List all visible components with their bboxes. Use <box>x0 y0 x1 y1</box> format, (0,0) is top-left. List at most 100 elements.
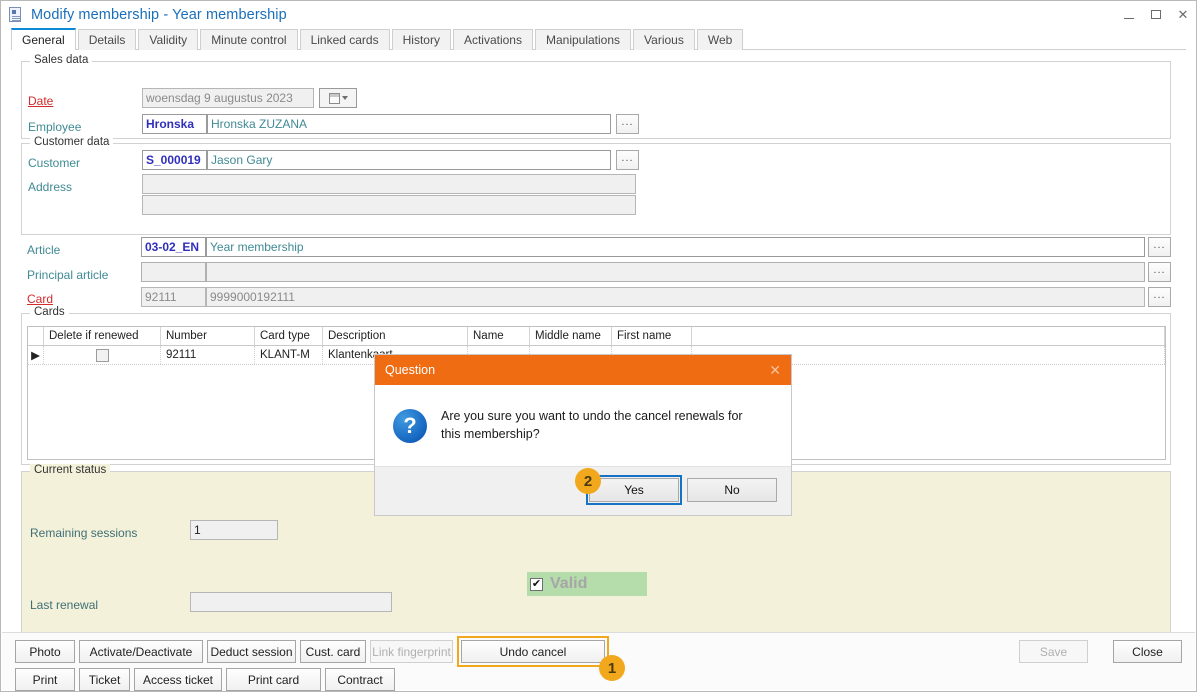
customer-browse-button[interactable]: ... <box>616 150 639 170</box>
sales-data-group: Sales data Date woensdag 9 augustus 2023… <box>21 61 1171 139</box>
card-browse-button[interactable]: ... <box>1148 287 1171 307</box>
article-name-field[interactable]: Year membership <box>206 237 1145 257</box>
principal-browse-button[interactable]: ... <box>1148 262 1171 282</box>
contract-button[interactable]: Contract <box>325 668 395 691</box>
grid-header-selector <box>28 327 44 345</box>
application-window: Modify membership - Year membership ✕ Ge… <box>0 0 1197 692</box>
tab-validity[interactable]: Validity <box>138 29 198 50</box>
tab-web[interactable]: Web <box>697 29 743 50</box>
article-code-field[interactable]: 03-02_EN <box>141 237 206 257</box>
principal-code-field[interactable] <box>141 262 206 282</box>
tab-content-general: Sales data Date woensdag 9 augustus 2023… <box>2 51 1195 633</box>
date-picker-button[interactable] <box>319 88 357 108</box>
tab-label: History <box>403 33 440 47</box>
dialog-no-button[interactable]: No <box>687 478 777 502</box>
dialog-yes-button[interactable]: Yes <box>589 478 679 502</box>
link-fingerprint-button: Link fingerprint <box>370 640 453 663</box>
principal-name-field[interactable] <box>206 262 1145 282</box>
document-icon <box>8 7 24 23</box>
cards-legend: Cards <box>30 306 69 318</box>
window-title: Modify membership - Year membership <box>31 7 287 23</box>
tab-label: Manipulations <box>546 33 620 47</box>
tab-label: Various <box>644 33 684 47</box>
sales-data-legend: Sales data <box>30 54 92 66</box>
tab-label: Activations <box>464 33 522 47</box>
employee-browse-button[interactable]: ... <box>616 114 639 134</box>
card-number-field[interactable]: 9999000192111 <box>206 287 1145 307</box>
print-card-button[interactable]: Print card <box>226 668 321 691</box>
article-browse-button[interactable]: ... <box>1148 237 1171 257</box>
remaining-sessions-field[interactable]: 1 <box>190 520 278 540</box>
print-button[interactable]: Print <box>15 668 75 691</box>
principal-article-label: Principal article <box>27 268 108 282</box>
grid-header-card-type[interactable]: Card type <box>255 327 323 345</box>
tab-manipulations[interactable]: Manipulations <box>535 29 631 50</box>
tab-label: Details <box>89 33 126 47</box>
grid-header-name[interactable]: Name <box>468 327 530 345</box>
last-renewal-field[interactable] <box>190 592 392 612</box>
customer-code-field[interactable]: S_000019 <box>142 150 207 170</box>
cards-grid-header: Delete if renewed Number Card type Descr… <box>28 327 1165 346</box>
ticket-button[interactable]: Ticket <box>79 668 130 691</box>
grid-header-first-name[interactable]: First name <box>612 327 692 345</box>
card-code-field[interactable]: 92111 <box>141 287 206 307</box>
tab-activations[interactable]: Activations <box>453 29 533 50</box>
address-label: Address <box>28 180 72 194</box>
cell-card-type: KLANT-M <box>255 346 323 364</box>
employee-label: Employee <box>28 120 81 134</box>
grid-header-middle-name[interactable]: Middle name <box>530 327 612 345</box>
tab-label: Web <box>708 33 732 47</box>
deduct-session-button[interactable]: Deduct session <box>207 640 296 663</box>
row-marker-icon: ▶ <box>28 346 44 364</box>
undo-cancel-highlight <box>457 636 609 667</box>
valid-checkbox: ✔ <box>530 578 543 591</box>
dialog-title-bar: Question ✕ <box>375 355 791 385</box>
cell-delete-if-renewed[interactable] <box>44 346 161 364</box>
current-status-legend: Current status <box>30 464 110 476</box>
remaining-sessions-label: Remaining sessions <box>30 526 137 540</box>
customer-name-field[interactable]: Jason Gary <box>207 150 611 170</box>
address-line1-field[interactable] <box>142 174 636 194</box>
save-button: Save <box>1019 640 1088 663</box>
access-ticket-button[interactable]: Access ticket <box>134 668 222 691</box>
customer-data-legend: Customer data <box>30 136 113 148</box>
grid-header-description[interactable]: Description <box>323 327 468 345</box>
minimize-icon[interactable] <box>1122 8 1136 22</box>
tab-general[interactable]: General <box>11 28 76 50</box>
valid-status-badge: ✔ Valid <box>527 572 647 596</box>
tab-history[interactable]: History <box>392 29 451 50</box>
date-label: Date <box>28 94 53 108</box>
customer-label: Customer <box>28 156 80 170</box>
dialog-message: Are you sure you want to undo the cancel… <box>441 407 761 443</box>
delete-if-renewed-checkbox[interactable] <box>96 349 109 362</box>
date-field[interactable]: woensdag 9 augustus 2023 <box>142 88 314 108</box>
employee-code-field[interactable]: Hronska <box>142 114 207 134</box>
tab-various[interactable]: Various <box>633 29 695 50</box>
question-mark-icon: ? <box>393 409 427 443</box>
grid-header-number[interactable]: Number <box>161 327 255 345</box>
card-label: Card <box>27 292 53 306</box>
tab-label: General <box>22 33 65 47</box>
activate-deactivate-button[interactable]: Activate/Deactivate <box>79 640 203 663</box>
photo-button[interactable]: Photo <box>15 640 75 663</box>
tab-linked-cards[interactable]: Linked cards <box>300 29 390 50</box>
address-line2-field[interactable] <box>142 195 636 215</box>
tab-label: Linked cards <box>311 33 379 47</box>
cust-card-button[interactable]: Cust. card <box>300 640 366 663</box>
last-renewal-label: Last renewal <box>30 598 98 612</box>
customer-data-group: Customer data Customer S_000019 Jason Ga… <box>21 143 1171 235</box>
article-label: Article <box>27 243 60 257</box>
tab-label: Minute control <box>211 33 286 47</box>
tab-minute-control[interactable]: Minute control <box>200 29 297 50</box>
dialog-close-icon[interactable]: ✕ <box>769 363 781 377</box>
employee-name-field[interactable]: Hronska ZUZANA <box>207 114 611 134</box>
dialog-body: ? Are you sure you want to undo the canc… <box>375 385 791 466</box>
chevron-down-icon <box>342 96 348 100</box>
maximize-icon[interactable] <box>1149 8 1163 22</box>
window-controls: ✕ <box>1122 1 1190 28</box>
cell-number: 92111 <box>161 346 255 364</box>
grid-header-delete-if-renewed[interactable]: Delete if renewed <box>44 327 161 345</box>
tab-details[interactable]: Details <box>78 29 137 50</box>
close-button[interactable]: Close <box>1113 640 1182 663</box>
close-icon[interactable]: ✕ <box>1176 8 1190 22</box>
